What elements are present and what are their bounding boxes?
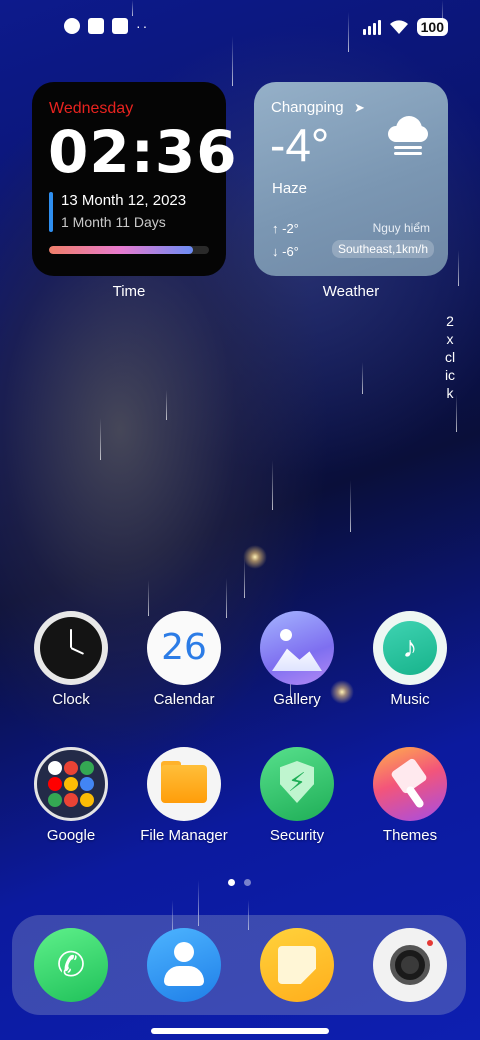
notification-icons: ·· (64, 18, 149, 34)
app-label-file-manager: File Manager (140, 827, 228, 844)
gallery-icon (260, 611, 334, 685)
app-calendar[interactable]: 26 Calendar (134, 611, 234, 709)
location-arrow-icon: ➤ (354, 100, 365, 115)
app-notification-icon (64, 18, 80, 34)
weather-widget[interactable]: Changping ➤ -4° Haze ↑ -2° ↓ -6° Nguy hi… (254, 82, 448, 276)
music-icon: ♪ (373, 611, 447, 685)
clock-icon (34, 611, 108, 685)
dock-camera[interactable] (360, 928, 460, 1002)
dock: ✆ (12, 915, 466, 1015)
app-label-calendar: Calendar (153, 691, 215, 708)
side-overlay-text: 2 x cl ic k (444, 313, 456, 401)
app-label-clock: Clock (52, 691, 90, 708)
upload-notification-icon (112, 18, 128, 34)
message-notification-icon (88, 18, 104, 34)
weekday-label: Wednesday (49, 100, 134, 117)
weather-widget-label: Weather (322, 283, 380, 300)
app-label-google: Google (46, 827, 96, 844)
weather-city: Changping (271, 99, 344, 116)
wind-info: Southeast,1km/h (331, 240, 434, 258)
page-dot-active (228, 879, 235, 886)
page-dot (244, 879, 251, 886)
day-progress-fill (49, 246, 193, 254)
google-folder-icon (34, 747, 108, 821)
folder-icon (147, 747, 221, 821)
more-notifications-icon: ·· (136, 18, 150, 34)
battery-indicator: 100 (416, 18, 448, 36)
app-file-manager[interactable]: File Manager (134, 747, 234, 845)
calendar-icon: 26 (147, 611, 221, 685)
weather-risk-level: Nguy hiểm (372, 221, 430, 235)
dock-contacts[interactable] (134, 928, 234, 1002)
app-label-themes: Themes (382, 827, 438, 844)
cellular-signal-icon (362, 19, 381, 35)
page-indicator (228, 879, 251, 886)
time-widget-label: Time (112, 283, 146, 300)
app-music[interactable]: ♪ Music (360, 611, 460, 709)
dock-notes[interactable] (247, 928, 347, 1002)
app-security[interactable]: ⚡ Security (247, 747, 347, 845)
day-progress-bar (49, 246, 209, 254)
clock-time: 02:36 (48, 118, 238, 186)
status-bar: ·· 100 (0, 16, 480, 40)
phone-icon: ✆ (34, 928, 108, 1002)
app-google-folder[interactable]: Google (21, 747, 121, 845)
date-accent-bar (49, 192, 53, 232)
app-gallery[interactable]: Gallery (247, 611, 347, 709)
time-widget[interactable]: Wednesday 02:36 13 Month 12, 2023 1 Mont… (32, 82, 237, 276)
high-temperature: ↑ -2° (272, 221, 299, 236)
contacts-icon (147, 928, 221, 1002)
camera-icon (373, 928, 447, 1002)
notes-icon (260, 928, 334, 1002)
app-label-music: Music (390, 691, 430, 708)
system-icons: 100 (362, 18, 448, 36)
haze-cloud-icon (388, 116, 432, 156)
home-indicator[interactable] (151, 1028, 329, 1034)
date-text: 13 Month 12, 2023 (61, 192, 187, 209)
app-themes[interactable]: Themes (360, 747, 460, 845)
app-label-security: Security (269, 827, 325, 844)
shield-icon: ⚡ (260, 747, 334, 821)
paintbrush-icon (373, 747, 447, 821)
low-temperature: ↓ -6° (272, 244, 299, 259)
app-label-gallery: Gallery (273, 691, 321, 708)
dock-phone[interactable]: ✆ (21, 928, 121, 1002)
weather-condition: Haze (272, 180, 308, 197)
wifi-icon (389, 20, 408, 34)
current-temperature: -4° (270, 119, 330, 171)
app-clock[interactable]: Clock (21, 611, 121, 709)
lunar-date-text: 1 Month 11 Days (61, 214, 166, 230)
